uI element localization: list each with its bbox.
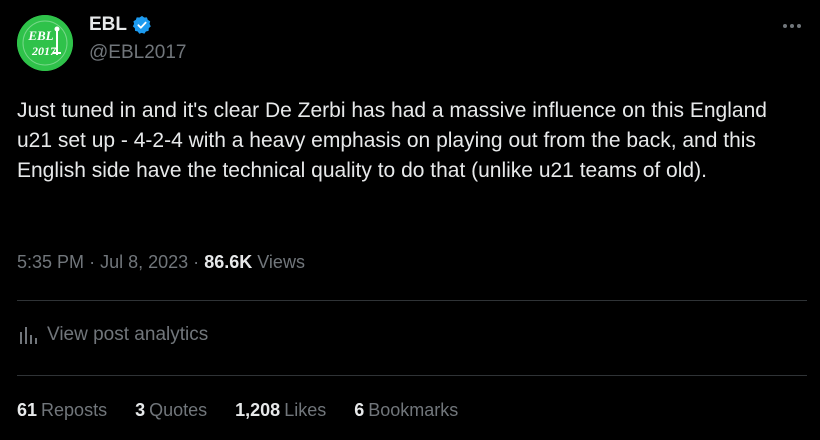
avatar[interactable]: EBL 2017 xyxy=(17,15,73,71)
post-text: Just tuned in and it's clear De Zerbi ha… xyxy=(17,99,767,182)
bookmarks-label: Bookmarks xyxy=(368,400,459,420)
view-analytics-label: View post analytics xyxy=(47,324,209,345)
post-card: EBL 2017 EBL @EBL2017 Just tuned in and … xyxy=(0,0,820,440)
post-stats: 61 Reposts 3 Quotes 1,208 Likes 6 Bookmarks xyxy=(17,400,458,421)
reposts-label: Reposts xyxy=(41,400,108,420)
avatar-logo: EBL 2017 xyxy=(17,15,73,71)
divider xyxy=(17,375,807,376)
likes-stat[interactable]: 1,208 Likes xyxy=(235,400,326,421)
bar-chart-icon xyxy=(20,327,37,344)
author-name-row: EBL xyxy=(89,13,152,37)
divider xyxy=(17,300,807,301)
meta-separator: · xyxy=(89,252,96,272)
author-display-name[interactable]: EBL xyxy=(89,14,127,36)
svg-text:EBL: EBL xyxy=(27,28,53,43)
views-label: Views xyxy=(257,252,305,272)
svg-text:2017: 2017 xyxy=(31,44,57,58)
quotes-stat[interactable]: 3 Quotes xyxy=(135,400,207,421)
likes-count: 1,208 xyxy=(235,400,281,420)
bookmarks-count: 6 xyxy=(354,400,365,420)
author-handle[interactable]: @EBL2017 xyxy=(89,42,186,64)
post-date[interactable]: Jul 8, 2023 xyxy=(100,252,188,272)
meta-separator: · xyxy=(193,252,200,272)
bookmarks-stat[interactable]: 6 Bookmarks xyxy=(354,400,458,421)
post-time[interactable]: 5:35 PM xyxy=(17,252,84,272)
more-button[interactable] xyxy=(780,16,804,36)
post-meta: 5:35 PM · Jul 8, 2023 · 86.6K Views xyxy=(17,252,305,273)
verified-badge-icon[interactable] xyxy=(132,15,152,35)
quotes-count: 3 xyxy=(135,400,146,420)
more-horizontal-icon xyxy=(783,24,801,28)
likes-label: Likes xyxy=(284,400,327,420)
reposts-stat[interactable]: 61 Reposts xyxy=(17,400,107,421)
reposts-count: 61 xyxy=(17,400,38,420)
quotes-label: Quotes xyxy=(149,400,208,420)
view-analytics-link[interactable]: View post analytics xyxy=(17,324,208,346)
views-count: 86.6K xyxy=(204,252,253,272)
